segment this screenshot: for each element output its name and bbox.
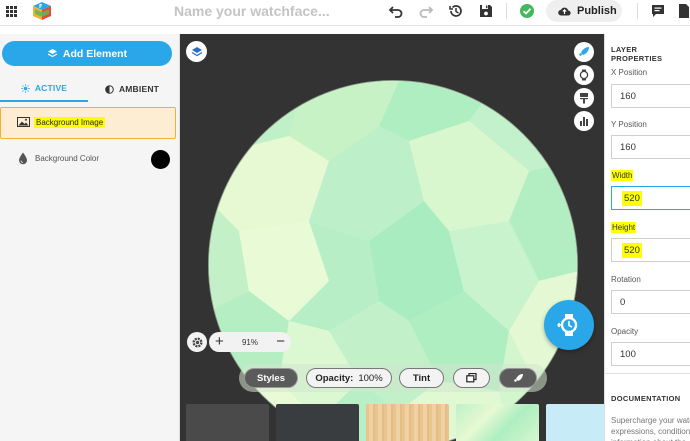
rocket-icon <box>579 47 589 56</box>
width-value: 520 <box>622 191 642 206</box>
logo-icon[interactable]: F <box>30 0 54 22</box>
height-value: 520 <box>622 243 642 258</box>
publish-button[interactable]: Publish <box>546 0 622 22</box>
y-position-input[interactable] <box>611 135 690 159</box>
watch-touch-icon <box>557 314 578 336</box>
layers-toggle-button[interactable] <box>186 41 207 62</box>
layer-label: Background Color <box>35 154 100 163</box>
watch-preview-button[interactable] <box>574 65 594 85</box>
gear-icon <box>192 337 202 347</box>
tab-active-label: ACTIVE <box>34 83 68 93</box>
sun-icon <box>21 83 30 93</box>
watch-icon <box>579 69 589 81</box>
thumbnail-wood-texture[interactable] <box>366 404 449 441</box>
svg-text:F: F <box>39 4 42 10</box>
image-icon <box>17 117 30 127</box>
redo-icon[interactable] <box>418 3 434 19</box>
droplet-icon <box>19 152 27 165</box>
paint-button[interactable] <box>574 88 594 108</box>
layers-panel: Add Element ACTIVE AMBIENT Background Im… <box>0 34 180 441</box>
tab-ambient[interactable]: AMBIENT <box>88 76 176 102</box>
watch-fab-button[interactable] <box>544 300 594 350</box>
toolbar-divider <box>506 3 507 19</box>
toolbar-divider <box>637 3 638 19</box>
thumbnail-light-blue[interactable] <box>546 404 604 441</box>
publish-label: Publish <box>577 5 617 17</box>
rocket-button[interactable] <box>574 42 594 62</box>
duplicate-button[interactable] <box>453 368 490 388</box>
save-icon[interactable] <box>478 3 494 19</box>
launch-button[interactable] <box>499 368 537 388</box>
opacity-input[interactable] <box>611 342 690 366</box>
rotation-input[interactable] <box>611 290 690 314</box>
x-position-input[interactable] <box>611 84 690 108</box>
layer-item-background-image[interactable]: Background Image <box>0 107 176 139</box>
paint-icon <box>580 93 588 104</box>
zoom-in-button[interactable]: + <box>215 334 224 349</box>
rotation-label: Rotation <box>611 275 641 284</box>
tab-ambient-label: AMBIENT <box>118 84 160 94</box>
y-position-label: Y Position <box>611 120 647 129</box>
comment-icon[interactable] <box>650 3 666 19</box>
opacity-value: 100% <box>358 372 383 384</box>
layers-icon <box>191 46 202 56</box>
height-label: Height <box>611 222 637 233</box>
history-icon[interactable] <box>448 3 464 19</box>
canvas-tools <box>574 42 594 131</box>
chart-icon <box>580 117 588 126</box>
properties-title: LAYER PROPERTIES <box>611 45 663 63</box>
layer-properties-panel: LAYER PROPERTIES X Position Y Position W… <box>604 34 690 441</box>
width-label: Width <box>611 170 634 181</box>
x-position-label: X Position <box>611 68 648 77</box>
height-input[interactable]: 520 <box>611 238 690 262</box>
documentation-title: DOCUMENTATION <box>611 394 681 403</box>
tab-active[interactable]: ACTIVE <box>0 76 88 102</box>
zoom-control: + 91% − <box>209 332 291 352</box>
height-label-text: Height <box>611 222 637 233</box>
width-label-text: Width <box>611 170 634 181</box>
panel-divider <box>605 373 690 374</box>
zoom-settings-button[interactable] <box>187 332 207 352</box>
half-moon-icon <box>105 84 114 94</box>
documentation-text: Supercharge your watc expressions, condi… <box>611 416 690 441</box>
add-element-button[interactable]: Add Element <box>2 41 172 66</box>
check-circle-icon <box>520 4 534 18</box>
layers-stack-icon <box>47 49 58 58</box>
thumbnail-carbon-texture[interactable] <box>276 404 359 441</box>
zoom-level: 91% <box>241 337 258 347</box>
opacity-control[interactable]: Opacity: 100% <box>306 368 392 388</box>
tint-button[interactable]: Tint <box>399 368 444 388</box>
undo-icon[interactable] <box>388 3 404 19</box>
rocket-icon <box>513 373 523 382</box>
thumbnail-dark-texture[interactable] <box>186 404 269 441</box>
copy-icon <box>466 373 477 383</box>
styles-button[interactable]: Styles <box>244 368 298 388</box>
add-element-label: Add Element <box>62 47 128 60</box>
width-input[interactable]: 520 <box>611 186 690 210</box>
zoom-out-button[interactable]: − <box>276 334 285 349</box>
opacity-label: Opacity: <box>315 372 354 384</box>
layer-label: Background Image <box>34 117 106 128</box>
background-thumbnails <box>186 404 604 441</box>
top-toolbar: F Publish <box>0 0 690 26</box>
apps-grid-icon[interactable] <box>6 6 17 17</box>
watchface-name-input[interactable] <box>174 2 374 20</box>
document-icon[interactable] <box>676 3 690 19</box>
stats-button[interactable] <box>574 111 594 131</box>
opacity-label: Opacity <box>611 327 639 336</box>
color-swatch[interactable] <box>151 150 170 169</box>
thumbnail-green-polygon[interactable] <box>456 404 539 441</box>
editor-canvas[interactable]: + 91% − Styles Opacity: 100% Tint <box>180 34 604 441</box>
layer-item-background-color[interactable]: Background Color <box>0 144 176 172</box>
cloud-upload-icon <box>558 7 571 16</box>
